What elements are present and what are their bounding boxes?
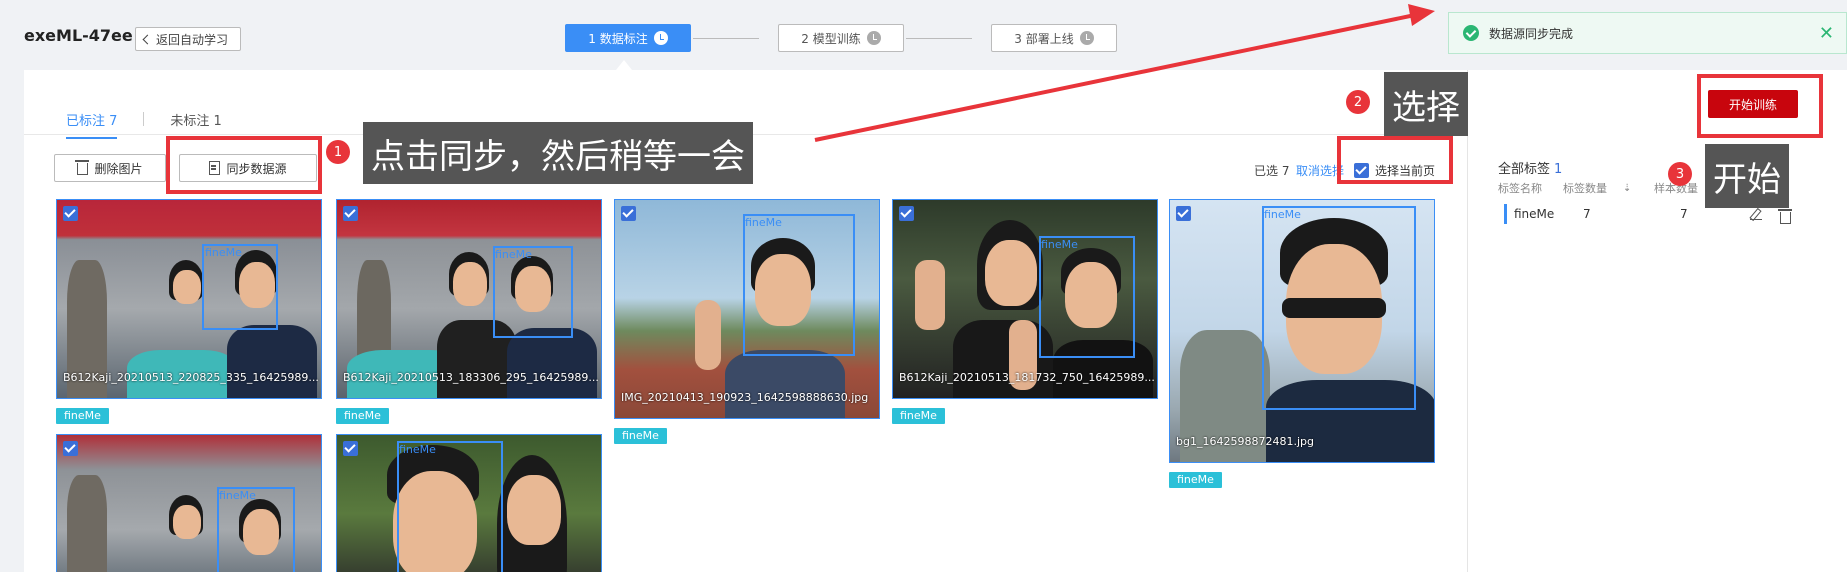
- sort-icon[interactable]: ⇣: [1623, 183, 1631, 194]
- label-color-bar: [1504, 204, 1507, 224]
- image-checkbox[interactable]: [621, 206, 636, 221]
- person: [507, 328, 597, 398]
- image-card[interactable]: fineMe B612Kaji_20210513_181732_750_1642…: [892, 199, 1158, 399]
- person: [507, 475, 561, 545]
- project-title: exeML-47ee: [24, 26, 133, 45]
- image-tag: fineMe: [56, 408, 109, 424]
- bounding-box[interactable]: [397, 441, 503, 572]
- person: [227, 325, 317, 398]
- image-tag: fineMe: [336, 408, 389, 424]
- check-circle-icon: [1463, 25, 1479, 41]
- toast-message: 数据源同步完成: [1489, 26, 1574, 41]
- bbox-label: fineMe: [495, 248, 532, 261]
- image-tag: fineMe: [1169, 472, 1222, 488]
- bounding-box[interactable]: [1262, 206, 1416, 410]
- person: [173, 505, 201, 539]
- image-tag: fineMe: [614, 428, 667, 444]
- step-connector: [693, 38, 759, 39]
- image-checkbox[interactable]: [343, 206, 358, 221]
- step-label: 2 模型训练: [801, 31, 861, 46]
- image-checkbox[interactable]: [1176, 206, 1191, 221]
- step-connector: [906, 38, 972, 39]
- image-filename: B612Kaji_20210513_220825_335_16425989...: [63, 371, 319, 384]
- bbox-label: fineMe: [205, 246, 242, 259]
- clock-icon: [653, 31, 668, 45]
- selected-count: 已选 7: [1254, 164, 1290, 178]
- trash-icon: [75, 160, 90, 175]
- step-data-labeling[interactable]: 1 数据标注: [565, 24, 691, 52]
- annotation-box-train: [1697, 74, 1823, 138]
- edit-icon[interactable]: [1750, 208, 1762, 220]
- label-summary-panel: 全部标签 1 标签名称 标签数量 ⇣ 样本数量 fineMe 7 7: [1467, 70, 1847, 572]
- label-name: fineMe: [1514, 207, 1555, 221]
- step-deploy[interactable]: 3 部署上线: [991, 24, 1117, 52]
- clock-icon: [1079, 31, 1094, 45]
- image-card[interactable]: fineMe bg1_1642598872481.jpg: [1169, 199, 1435, 463]
- all-labels-label: 全部标签: [1498, 162, 1551, 177]
- bbox-label: fineMe: [1264, 208, 1301, 221]
- annotation-callout: 开始: [1705, 144, 1789, 208]
- annotation-box-select: [1337, 136, 1453, 184]
- image-checkbox[interactable]: [63, 441, 78, 456]
- annotation-callout: 选择: [1384, 72, 1468, 136]
- trash-icon[interactable]: [1778, 209, 1792, 224]
- image-filename: B612Kaji_20210513_181732_750_16425989...: [899, 371, 1155, 384]
- bbox-label: fineMe: [219, 489, 256, 502]
- clock-icon: [866, 31, 881, 45]
- image-checkbox[interactable]: [899, 206, 914, 221]
- image-card[interactable]: fineMe B612Kaji_20210513_220825_335_1642…: [56, 199, 322, 399]
- label-count: 1: [1554, 162, 1563, 177]
- close-icon[interactable]: ✕: [1819, 23, 1834, 44]
- hand: [695, 300, 721, 370]
- back-button-label: 返回自动学习: [156, 32, 229, 47]
- image-card[interactable]: fineMe B612Kaji_20210513_183306_295_1642…: [336, 199, 602, 399]
- step-label: 3 部署上线: [1014, 31, 1074, 46]
- success-toast: 数据源同步完成 ✕: [1448, 12, 1847, 54]
- annotation-number: 3: [1668, 162, 1692, 186]
- bounding-box[interactable]: [743, 214, 855, 356]
- column-header[interactable]: 标签数量: [1563, 180, 1607, 196]
- person: [953, 320, 1053, 398]
- annotation-number: 1: [326, 140, 350, 164]
- person: [173, 270, 201, 304]
- all-labels-title: 全部标签 1: [1498, 158, 1562, 177]
- annotation-number: 2: [1346, 90, 1370, 114]
- image-card[interactable]: fineMe IMG_20210413_190923_1642598888630…: [614, 199, 880, 419]
- image-card[interactable]: fineMe: [336, 434, 602, 572]
- bbox-label: fineMe: [1041, 238, 1078, 251]
- image-card[interactable]: fineMe: [56, 434, 322, 572]
- image-filename: bg1_1642598872481.jpg: [1176, 435, 1314, 448]
- person: [725, 350, 845, 418]
- image-filename: B612Kaji_20210513_183306_295_16425989...: [343, 371, 599, 384]
- step-label: 1 数据标注: [588, 31, 648, 46]
- bbox-label: fineMe: [399, 443, 436, 456]
- step-model-training[interactable]: 2 模型训练: [778, 24, 904, 52]
- hand: [915, 260, 945, 330]
- annotation-callout: 点击同步，然后稍等一会: [363, 122, 753, 184]
- sample-count-value: 7: [1680, 207, 1688, 221]
- back-button[interactable]: 返回自动学习: [135, 27, 241, 51]
- person: [985, 240, 1037, 306]
- image-filename: IMG_20210413_190923_1642598888630.jpg: [621, 391, 869, 404]
- bounding-box[interactable]: [1039, 236, 1135, 358]
- delete-label: 删除图片: [94, 161, 143, 176]
- chevron-left-icon: [142, 34, 153, 44]
- column-header: 标签名称: [1498, 182, 1542, 195]
- annotation-box-sync: [166, 136, 322, 194]
- statue: [67, 475, 107, 572]
- image-tag: fineMe: [892, 408, 945, 424]
- label-count-value: 7: [1583, 207, 1591, 221]
- person: [453, 262, 487, 306]
- step-pointer: [616, 60, 632, 70]
- tab-divider: [143, 112, 145, 126]
- bbox-label: fineMe: [745, 216, 782, 229]
- image-checkbox[interactable]: [343, 441, 358, 456]
- delete-images-button[interactable]: 删除图片: [54, 154, 166, 182]
- image-checkbox[interactable]: [63, 206, 78, 221]
